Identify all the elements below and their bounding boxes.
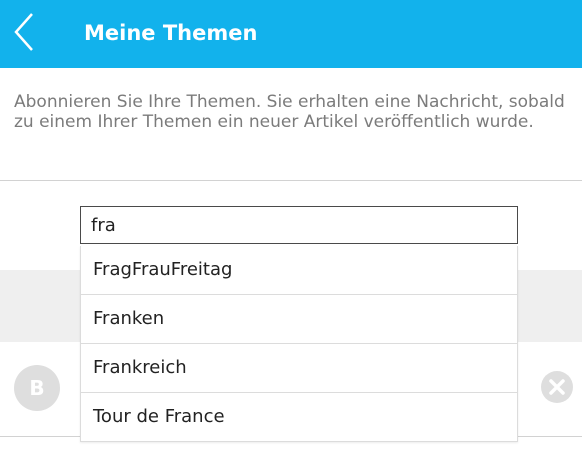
topic-avatar-letter: B xyxy=(29,376,45,400)
suggestion-item[interactable]: Tour de France xyxy=(81,393,517,441)
page-title: Meine Themen xyxy=(84,21,258,45)
chevron-left-icon xyxy=(14,13,33,51)
suggestion-item[interactable]: Frankreich xyxy=(81,344,517,393)
app-header: Meine Themen xyxy=(0,0,582,68)
suggestion-item[interactable]: Franken xyxy=(81,295,517,344)
intro-text: Abonnieren Sie Ihre Themen. Sie erhalten… xyxy=(14,92,565,132)
topic-search-input[interactable] xyxy=(80,206,518,244)
suggestion-item[interactable]: FragFrauFreitag xyxy=(81,246,517,295)
remove-topic-button[interactable] xyxy=(541,371,573,403)
close-circle-icon xyxy=(549,379,565,395)
divider xyxy=(0,180,582,181)
back-button[interactable] xyxy=(0,0,56,68)
topic-avatar: B xyxy=(14,365,60,411)
suggestion-list: FragFrauFreitag Franken Frankreich Tour … xyxy=(80,246,518,442)
